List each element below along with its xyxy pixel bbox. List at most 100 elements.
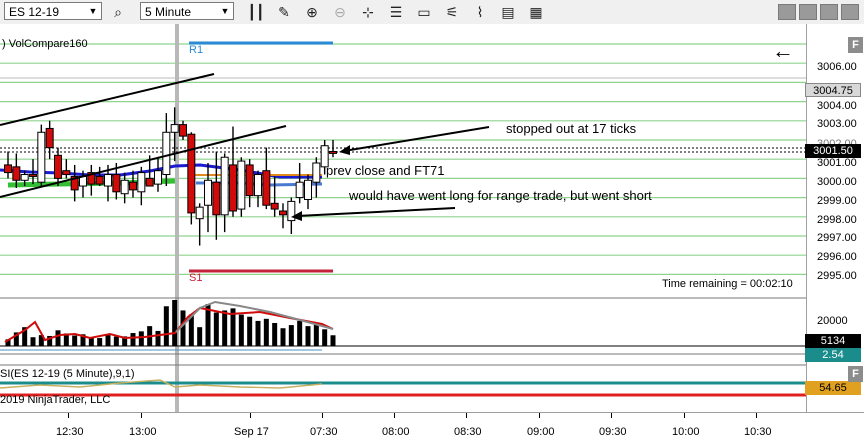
time-tick-mark <box>68 413 69 418</box>
time-tick-mark <box>611 413 612 418</box>
price-axis[interactable]: 3006.00 3004.75 3004.00 3003.00 3002.00 … <box>805 24 864 412</box>
search-icon[interactable]: ⌕ <box>108 2 128 22</box>
candle-body <box>204 179 212 206</box>
candle-body <box>229 164 237 212</box>
annotation-long-short[interactable]: would have went long for range trade, bu… <box>349 188 652 203</box>
candle-body <box>270 202 279 210</box>
candle-body <box>37 131 46 183</box>
price-tick: 3000.00 <box>817 176 857 188</box>
candle-body <box>104 174 112 187</box>
s1-label: S1 <box>189 272 203 284</box>
interval-selector[interactable]: 5 Minute ▼ <box>140 2 234 20</box>
volume-tick: 20000 <box>817 315 848 327</box>
volume-bar <box>163 306 169 346</box>
volume-bar <box>30 337 36 346</box>
close-button[interactable] <box>841 4 859 20</box>
time-axis[interactable]: 12:30 13:00 Sep 17 07:30 08:00 08:30 09:… <box>0 412 864 448</box>
candle-body <box>245 164 254 197</box>
draw-pencil-icon[interactable]: ✎ <box>274 2 294 22</box>
chart-style-icon[interactable]: ▭ <box>414 2 434 22</box>
annotation-stopped[interactable]: stopped out at 17 ticks <box>506 121 636 136</box>
candle-body <box>137 172 146 193</box>
time-tick: 10:00 <box>672 426 700 438</box>
candle-body <box>145 177 154 187</box>
back-arrow-icon[interactable]: ← <box>772 40 794 62</box>
candle-body <box>329 150 337 154</box>
minimize-button[interactable] <box>778 4 796 20</box>
data-box-icon[interactable]: ▦ <box>526 2 546 22</box>
time-remaining: Time remaining = 00:02:10 <box>662 278 793 290</box>
volume-bar <box>305 326 311 346</box>
time-tick-mark <box>250 413 251 418</box>
time-tick: Sep 17 <box>234 426 269 438</box>
rsi-label: SI(ES 12-19 (5 Minute),9,1) <box>0 368 135 380</box>
restore-button[interactable] <box>820 4 838 20</box>
time-tick: 07:30 <box>310 426 338 438</box>
volume-bar <box>255 320 261 346</box>
time-tick: 12:30 <box>56 426 84 438</box>
zoom-in-icon[interactable]: ⊕ <box>302 2 322 22</box>
candle-body <box>262 170 271 206</box>
last-price-box: 3001.50 <box>805 144 861 158</box>
volume-bar <box>55 330 61 346</box>
candle-body <box>237 160 246 210</box>
indicators-icon[interactable]: ⚟ <box>442 2 462 22</box>
annotation-prev-close[interactable]: prev close and FT71 <box>326 163 445 178</box>
volume-bar <box>272 323 278 346</box>
price-tick: 3006.00 <box>817 61 857 73</box>
volume-bar <box>180 310 186 346</box>
bar-type-icon[interactable]: ┃┃ <box>246 2 266 22</box>
chart-trader-icon[interactable]: ▤ <box>498 2 518 22</box>
candle-body <box>20 174 29 181</box>
chevron-down-icon[interactable]: ▼ <box>217 3 233 19</box>
panel-button[interactable]: F <box>848 37 863 53</box>
chevron-down-icon[interactable]: ▼ <box>85 3 101 19</box>
time-tick-mark <box>141 413 142 418</box>
crosshair-icon[interactable]: ⊹ <box>358 2 378 22</box>
volume-bar <box>213 312 219 346</box>
instrument-selector[interactable]: ES 12-19 ▼ <box>4 2 102 20</box>
chart-canvas[interactable] <box>0 24 806 412</box>
price-tick: 3001.00 <box>817 157 857 169</box>
candle-body <box>45 127 54 149</box>
time-tick-mark <box>322 413 323 418</box>
volume-bar <box>197 327 203 346</box>
properties-icon[interactable]: ☰ <box>386 2 406 22</box>
volume-bar <box>297 320 303 346</box>
candle-body <box>29 174 37 177</box>
zoom-out-icon[interactable]: ⊖ <box>330 2 350 22</box>
candle-body <box>154 170 162 185</box>
time-tick-mark <box>394 413 395 418</box>
candle-body <box>312 162 321 183</box>
candle-body <box>54 154 62 179</box>
chart-toolbar: ES 12-19 ▼ ⌕ 5 Minute ▼ ┃┃ ✎ ⊕ ⊖ ⊹ ☰ ▭ ⚟… <box>0 0 864 25</box>
price-tick: 2999.00 <box>817 195 857 207</box>
candle-body <box>62 170 71 176</box>
price-tick: 2996.00 <box>817 251 857 263</box>
candle-body <box>129 181 137 191</box>
candle-body <box>179 124 187 137</box>
panel-button[interactable]: F <box>848 366 863 382</box>
candle-body <box>162 131 171 176</box>
candle-body <box>254 174 262 197</box>
price-tick: 2997.00 <box>817 232 857 244</box>
price-tick: 2998.00 <box>817 214 857 226</box>
maximize-button[interactable] <box>799 4 817 20</box>
time-tick: 10:30 <box>744 426 772 438</box>
volume-bar <box>155 330 161 346</box>
price-grid <box>0 24 806 412</box>
volume-box: 5134 <box>805 334 861 348</box>
teal-value-box: 2.54 <box>805 348 861 362</box>
volume-bar <box>238 314 244 346</box>
volume-bar <box>138 331 144 346</box>
time-tick: 09:30 <box>599 426 627 438</box>
strategies-icon[interactable]: ⌇ <box>470 2 490 22</box>
time-tick-mark <box>756 413 757 418</box>
candle-body <box>95 175 104 185</box>
candle-body <box>304 179 312 200</box>
volume-bar <box>97 338 103 346</box>
time-tick-mark <box>684 413 685 418</box>
volume-bar <box>322 329 328 346</box>
candle-body <box>220 156 229 216</box>
volume-bar <box>280 328 286 346</box>
